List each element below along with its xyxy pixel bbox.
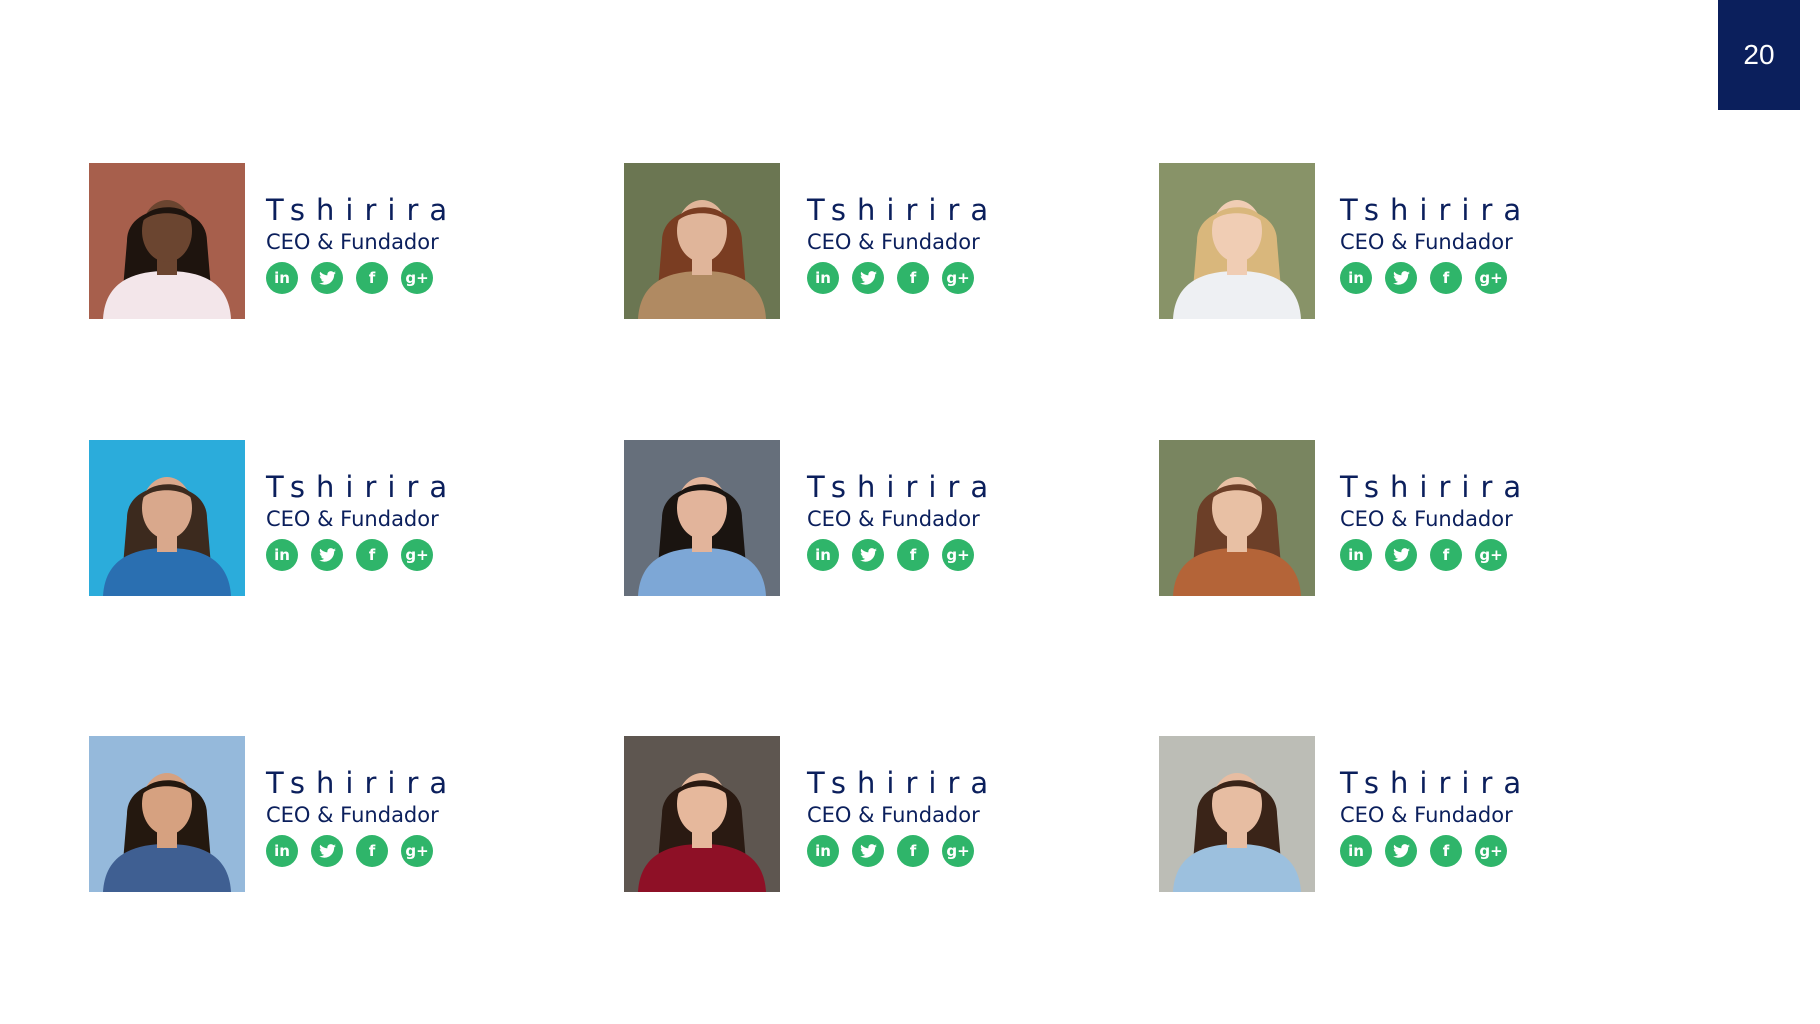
member-role: CEO & Fundador <box>1340 803 1513 827</box>
team-member-card: Tshirira CEO & Fundador in f g+ <box>1159 736 1679 892</box>
social-links: in f g+ <box>1340 835 1670 867</box>
twitter-icon[interactable] <box>311 539 343 571</box>
google-plus-icon[interactable]: g+ <box>942 835 974 867</box>
member-photo <box>624 736 780 892</box>
member-photo <box>89 736 245 892</box>
twitter-icon[interactable] <box>311 262 343 294</box>
social-links: in f g+ <box>807 539 1137 571</box>
member-photo <box>1159 736 1315 892</box>
member-name: Tshirira <box>1340 766 1533 800</box>
google-plus-icon[interactable]: g+ <box>942 262 974 294</box>
social-links: in f g+ <box>807 835 1137 867</box>
google-plus-icon[interactable]: g+ <box>401 835 433 867</box>
member-name: Tshirira <box>1340 193 1533 227</box>
member-photo <box>1159 440 1315 596</box>
facebook-icon[interactable]: f <box>897 835 929 867</box>
linkedin-icon[interactable]: in <box>1340 539 1372 571</box>
facebook-icon[interactable]: f <box>356 262 388 294</box>
member-photo <box>1159 163 1315 319</box>
facebook-icon[interactable]: f <box>897 539 929 571</box>
member-photo <box>89 440 245 596</box>
linkedin-icon[interactable]: in <box>807 835 839 867</box>
twitter-icon[interactable] <box>852 835 884 867</box>
team-member-card: Tshirira CEO & Fundador in f g+ <box>89 163 609 319</box>
social-links: in f g+ <box>1340 539 1670 571</box>
member-name: Tshirira <box>266 766 459 800</box>
social-links: in f g+ <box>266 835 596 867</box>
linkedin-icon[interactable]: in <box>807 539 839 571</box>
twitter-icon[interactable] <box>1385 835 1417 867</box>
social-links: in f g+ <box>266 262 596 294</box>
team-member-card: Tshirira CEO & Fundador in f g+ <box>624 440 1144 596</box>
twitter-icon[interactable] <box>311 835 343 867</box>
member-name: Tshirira <box>807 193 1000 227</box>
linkedin-icon[interactable]: in <box>266 539 298 571</box>
linkedin-icon[interactable]: in <box>1340 262 1372 294</box>
twitter-icon[interactable] <box>852 539 884 571</box>
google-plus-icon[interactable]: g+ <box>401 262 433 294</box>
member-name: Tshirira <box>807 470 1000 504</box>
facebook-icon[interactable]: f <box>356 835 388 867</box>
social-links: in f g+ <box>1340 262 1670 294</box>
team-member-card: Tshirira CEO & Fundador in f g+ <box>89 440 609 596</box>
member-photo <box>89 163 245 319</box>
member-name: Tshirira <box>1340 470 1533 504</box>
member-photo <box>624 440 780 596</box>
facebook-icon[interactable]: f <box>1430 262 1462 294</box>
facebook-icon[interactable]: f <box>356 539 388 571</box>
linkedin-icon[interactable]: in <box>266 835 298 867</box>
twitter-icon[interactable] <box>852 262 884 294</box>
linkedin-icon[interactable]: in <box>1340 835 1372 867</box>
google-plus-icon[interactable]: g+ <box>942 539 974 571</box>
social-links: in f g+ <box>266 539 596 571</box>
google-plus-icon[interactable]: g+ <box>401 539 433 571</box>
member-photo <box>624 163 780 319</box>
member-name: Tshirira <box>807 766 1000 800</box>
member-role: CEO & Fundador <box>266 230 439 254</box>
member-role: CEO & Fundador <box>266 507 439 531</box>
member-role: CEO & Fundador <box>807 507 980 531</box>
member-role: CEO & Fundador <box>807 230 980 254</box>
member-role: CEO & Fundador <box>266 803 439 827</box>
member-name: Tshirira <box>266 470 459 504</box>
team-member-card: Tshirira CEO & Fundador in f g+ <box>89 736 609 892</box>
facebook-icon[interactable]: f <box>1430 835 1462 867</box>
member-role: CEO & Fundador <box>1340 507 1513 531</box>
team-grid: Tshirira CEO & Fundador in f g+ Tshirira… <box>0 0 1820 1024</box>
social-links: in f g+ <box>807 262 1137 294</box>
twitter-icon[interactable] <box>1385 539 1417 571</box>
facebook-icon[interactable]: f <box>1430 539 1462 571</box>
linkedin-icon[interactable]: in <box>266 262 298 294</box>
member-role: CEO & Fundador <box>1340 230 1513 254</box>
facebook-icon[interactable]: f <box>897 262 929 294</box>
twitter-icon[interactable] <box>1385 262 1417 294</box>
team-member-card: Tshirira CEO & Fundador in f g+ <box>624 163 1144 319</box>
google-plus-icon[interactable]: g+ <box>1475 539 1507 571</box>
team-member-card: Tshirira CEO & Fundador in f g+ <box>1159 440 1679 596</box>
linkedin-icon[interactable]: in <box>807 262 839 294</box>
team-member-card: Tshirira CEO & Fundador in f g+ <box>1159 163 1679 319</box>
member-role: CEO & Fundador <box>807 803 980 827</box>
member-name: Tshirira <box>266 193 459 227</box>
google-plus-icon[interactable]: g+ <box>1475 262 1507 294</box>
team-member-card: Tshirira CEO & Fundador in f g+ <box>624 736 1144 892</box>
google-plus-icon[interactable]: g+ <box>1475 835 1507 867</box>
